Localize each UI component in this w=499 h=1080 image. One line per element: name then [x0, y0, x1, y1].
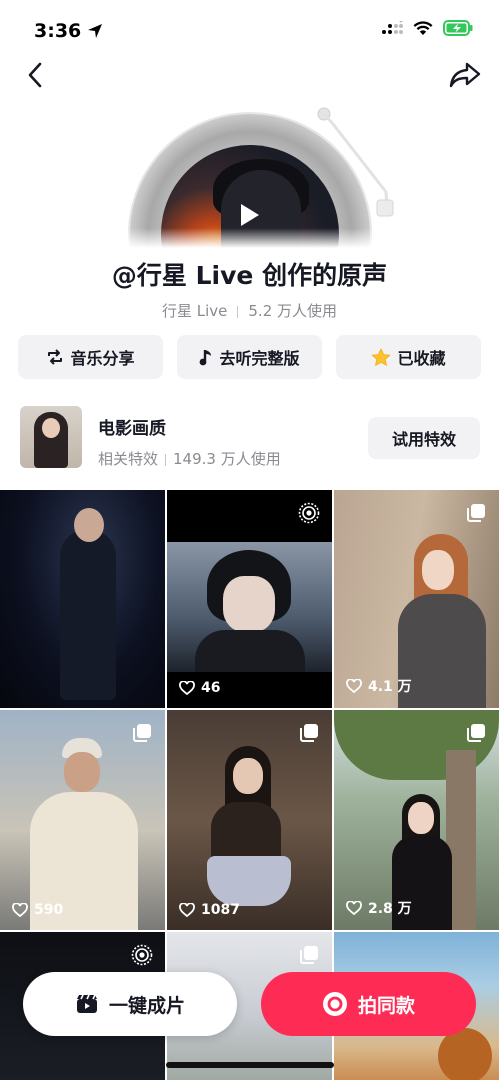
shoot-same-button[interactable]: 拍同款 — [261, 972, 476, 1036]
likes-value: 590 — [34, 902, 64, 918]
music-share-button[interactable]: 音乐分享 — [18, 335, 163, 379]
video-tile[interactable]: 2.8 万 — [334, 710, 499, 930]
likes-value: 4.1 万 — [368, 679, 412, 695]
effect-name: 电影画质 — [98, 419, 166, 439]
music-note-icon — [200, 350, 212, 366]
likes-value: 2.8 万 — [368, 901, 412, 917]
tonearm-icon — [317, 107, 394, 217]
heart-icon — [179, 681, 195, 695]
heart-icon — [179, 903, 195, 917]
cellular-icon — [382, 21, 403, 34]
clapperboard-icon — [76, 994, 97, 1013]
multi-image-icon — [300, 724, 318, 742]
likes-count: 46 — [179, 680, 220, 696]
effect-row[interactable]: 电影画质 相关特效 149.3 万人使用 试用特效 — [20, 406, 480, 470]
sound-subtitle: 行星 Live 5.2 万人使用 — [0, 300, 499, 321]
divider — [165, 453, 167, 466]
multi-image-icon — [467, 724, 485, 742]
wifi-icon — [413, 20, 433, 35]
video-tile[interactable]: 46 — [167, 490, 332, 708]
location-arrow-icon — [88, 24, 103, 38]
home-indicator — [166, 1062, 334, 1068]
multi-image-icon — [133, 724, 151, 742]
favorite-label: 已收藏 — [397, 349, 446, 368]
record-player[interactable] — [0, 100, 499, 248]
clock: 3:36 — [34, 20, 82, 42]
video-tile[interactable]: 4.1 万 — [334, 490, 499, 708]
chevron-left-icon — [28, 62, 42, 88]
video-tile[interactable]: 590 — [0, 710, 165, 930]
sound-usage: 5.2 万人使用 — [248, 302, 338, 320]
divider — [237, 305, 239, 318]
video-tile[interactable] — [0, 490, 165, 708]
full-version-button[interactable]: 去听完整版 — [177, 335, 322, 379]
record-fade — [0, 228, 499, 248]
status-time: 3:36 — [34, 20, 103, 42]
full-version-label: 去听完整版 — [219, 349, 300, 368]
music-share-label: 音乐分享 — [70, 349, 135, 368]
likes-value: 46 — [201, 680, 221, 696]
tile-figure — [60, 530, 116, 700]
battery-icon — [443, 20, 473, 36]
likes-count: 2.8 万 — [346, 898, 412, 918]
multi-image-icon — [467, 504, 485, 522]
heart-icon — [346, 901, 362, 915]
tile-figure-skirt — [207, 856, 291, 906]
share-arrow-icon — [449, 62, 481, 88]
status-bar: 3:36 — [0, 0, 499, 60]
tile-figure-face — [233, 758, 263, 794]
shoot-same-label: 拍同款 — [357, 994, 415, 1017]
effect-thumbnail — [20, 406, 82, 468]
video-tile[interactable]: 1087 — [167, 710, 332, 930]
live-photo-icon — [298, 502, 320, 524]
tile-figure-head — [74, 508, 104, 542]
tile-figure-face — [223, 576, 275, 632]
back-button[interactable] — [18, 58, 52, 92]
tile-figure-face — [64, 752, 100, 792]
favorite-button[interactable]: 已收藏 — [336, 335, 481, 379]
try-effect-button[interactable]: 试用特效 — [368, 417, 480, 459]
repost-icon — [48, 349, 63, 365]
one-click-template-label: 一键成片 — [108, 994, 185, 1017]
tile-figure-body — [195, 630, 305, 672]
status-icons — [381, 20, 473, 36]
share-button[interactable] — [445, 58, 485, 92]
sound-title: @行星 Live 创作的原声 — [111, 261, 388, 290]
likes-count: 1087 — [179, 902, 240, 918]
star-icon — [372, 348, 391, 366]
sound-author[interactable]: 行星 Live — [162, 302, 227, 320]
action-row: 音乐分享 去听完整版 已收藏 — [18, 335, 481, 379]
tile-figure-face — [408, 802, 434, 834]
one-click-template-button[interactable]: 一键成片 — [23, 972, 237, 1036]
heart-icon — [346, 679, 362, 693]
bottom-action-bar: 一键成片 拍同款 — [0, 960, 499, 1080]
camera-icon — [322, 992, 347, 1016]
tile-figure-face — [422, 550, 454, 590]
tile-figure-body — [211, 802, 281, 862]
nav-bar — [0, 58, 499, 92]
likes-count: 4.1 万 — [346, 676, 412, 696]
effect-category: 相关特效 — [98, 450, 159, 468]
effect-meta: 相关特效 149.3 万人使用 — [98, 448, 281, 469]
effect-usage: 149.3 万人使用 — [173, 450, 281, 468]
effect-thumb-face — [42, 418, 60, 438]
likes-count: 590 — [12, 902, 63, 918]
likes-value: 1087 — [201, 902, 240, 918]
heart-icon — [12, 903, 28, 917]
